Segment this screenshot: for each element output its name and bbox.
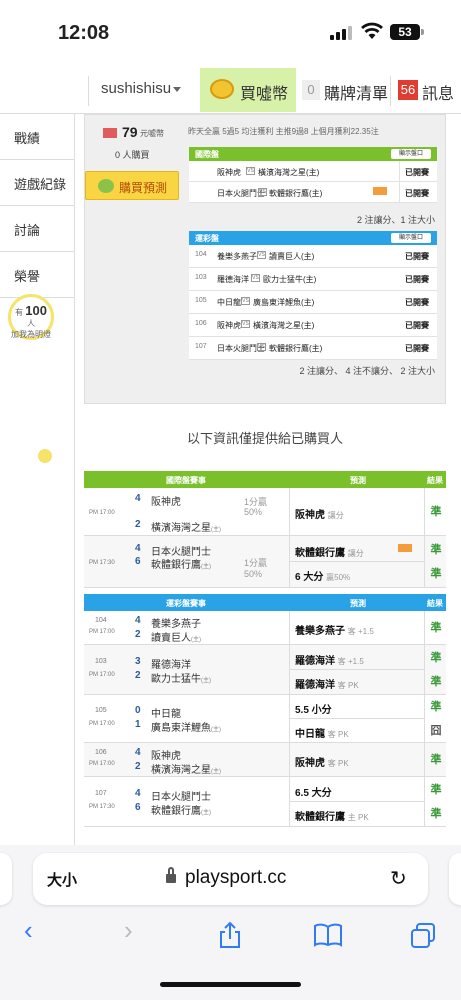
buy-prediction-button[interactable]: 購買預測 [85,171,179,200]
intl-summary: 2 注讓分、1 注大小 [356,215,435,225]
address-bar[interactable]: 大小 playsport.cc ↻ [33,853,428,905]
table-row: 104 PM 17:00 4 養樂多燕子 2 讀賣巨人(主) 養樂多燕子 客 +… [84,611,446,645]
intl-results-table: 國際盤賽事 預測 結果 PM 17:00 4 阪神虎 2 橫濱海灣之星(主) 1… [84,471,446,588]
result-mark: 準 [430,701,442,713]
share-icon[interactable] [218,921,242,956]
prediction-panel: 79 元噓幣 0 人購買 購買預測 昨天全贏 5過5 均注獲利 主推9過8 上個… [84,114,446,404]
sidebar-item-honors[interactable]: 榮譽 [0,252,75,298]
buyer-count: 0 人購買 [115,150,150,160]
table-row: 105 中日龍 VS 廣島東洋鯉魚(主) 已開賽 [189,291,437,314]
table-row: 106 PM 17:00 4 阪神虎 2 橫濱海灣之星(主) 阪神虎 客 PK … [84,743,446,777]
buy-coin-tab[interactable]: 買噓幣 [200,68,296,112]
vs-icon: VS [257,343,266,351]
battery-icon: 53 [390,24,420,40]
record-summary: 昨天全贏 5過5 均注獲利 主推9過8 上個月獲利22.35注 [188,127,379,136]
sidebar-item-label: 榮譽 [14,269,41,284]
chevron-down-icon[interactable] [173,87,181,92]
lottery-prediction-table: 運彩盤 顯示盤口 104 養樂多燕子 VS 讀賣巨人(主) 已開賽 103 羅德… [189,231,437,360]
show-odds-button[interactable]: 顯示盤口 [391,233,431,243]
purchaser-only-notice: 以下資訊僅提供給已購買人 [186,431,343,446]
table-row: 107 日本火腿鬥士 VS 軟體銀行鷹(主) 已開賽 [189,337,437,360]
username-dropdown[interactable]: sushishisu [101,80,171,97]
wifi-icon [361,22,383,40]
sidebar-item-label: 遊戲紀錄 [14,177,67,192]
hot-badge-icon [398,544,412,552]
table-row: 107 PM 17:30 4 日本火腿鬥士 6 軟體銀行鷹(主) 6.5 大分 … [84,777,446,827]
table-row: 日本火腿鬥士 VS 軟體銀行鷹(主) 已開賽 [189,182,437,203]
url-text[interactable]: playsport.cc [185,867,286,889]
status-bar: 12:08 53 [0,0,461,64]
buy-coin-label: 買噓幣 [240,86,289,103]
coin-icon [98,179,114,193]
browser-toolbar: 大小 playsport.cc ↻ ‹ › [0,845,461,1000]
sidebar-item-label: 討論 [14,223,41,238]
result-mark: 準 [430,784,442,796]
table-row: 103 PM 17:00 3 羅德海洋 2 歐力士猛牛(主) 羅德海洋 客 +1… [84,645,446,695]
lightbulb-follow-badge[interactable]: 有 100 人 加我為明燈 [8,294,54,340]
sidebar-item-label: 戰績 [14,131,41,146]
table-row: 104 養樂多燕子 VS 讀賣巨人(主) 已開賽 [189,245,437,268]
tabs-icon[interactable] [410,923,436,956]
price-unit: 元噓幣 [140,129,164,138]
forward-icon[interactable]: › [124,915,133,946]
next-tab-preview[interactable] [449,853,461,905]
result-mark: 準 [430,622,442,634]
message-count-badge: 56 [398,80,418,100]
vs-icon: VS [258,188,267,196]
site-top-bar: sushishisu 買噓幣 0 購牌清單 56 訊息 [0,66,461,114]
messages-tab[interactable]: 56 訊息 [396,68,461,112]
lottery-summary: 2 注讓分、 4 注不讓分、 2 注大小 [299,366,435,376]
bookmarks-icon[interactable] [313,923,343,954]
result-mark: 準 [430,754,442,766]
cart-count-badge: 0 [302,80,320,100]
text-size-button[interactable]: 大小 [47,869,77,890]
vs-icon: VS [251,274,260,282]
result-mark: 準 [430,506,442,518]
hot-badge-icon [373,187,387,195]
messages-label: 訊息 [422,86,455,103]
home-indicator [160,982,301,987]
table-row: 103 羅德海洋 VS 歐力士猛牛(主) 已開賽 [189,268,437,291]
sidebar-item-record[interactable]: 戰績 [0,114,75,160]
intl-prediction-table: 國際盤 顯示盤口 阪神虎 VS 橫濱海灣之星(主) 已開賽 日本火腿鬥士 VS … [189,147,437,203]
result-mark: 準 [430,676,442,688]
cart-label: 購牌清單 [324,86,389,103]
table-row: 106 阪神虎 VS 橫濱海灣之星(主) 已開賽 [189,314,437,337]
previous-tab-preview[interactable] [0,853,12,905]
show-odds-button[interactable]: 顯示盤口 [391,149,431,159]
price-tag-icon [103,128,117,138]
table-row: 105 PM 17:00 0 中日龍 1 廣島東洋鯉魚(主) 5.5 小分 中日… [84,695,446,743]
cart-tab[interactable]: 0 購牌清單 [298,68,388,112]
table-row: 阪神虎 VS 橫濱海灣之星(主) 已開賽 [189,161,437,182]
coin-icon [210,79,234,99]
result-mark: 囧 [430,725,442,737]
vs-icon: VS [257,251,266,259]
lottery-results-table: 運彩盤賽事 預測 結果 104 PM 17:00 4 養樂多燕子 2 讀賣巨人(… [84,594,446,841]
signal-icon [330,26,352,40]
status-time: 12:08 [58,22,110,44]
lock-icon [166,874,176,883]
table-row: PM 17:30 4 日本火腿鬥士 6 軟體銀行鷹(主) 1分贏 50% 軟體銀… [84,536,446,588]
sidebar-item-game-history[interactable]: 遊戲紀錄 [0,160,75,206]
sidebar-item-discussion[interactable]: 討論 [0,206,75,252]
reload-icon[interactable]: ↻ [390,866,407,891]
sidebar: 戰績 遊戲紀錄 討論 榮譽 有 100 人 加我為明燈 [0,114,75,854]
vs-icon: VS [241,297,250,305]
result-mark: 準 [430,808,442,820]
result-mark: 準 [430,652,442,664]
result-mark: 準 [430,568,442,580]
price-value: 79 [122,124,138,140]
vs-icon: VS [241,320,250,328]
result-mark: 準 [430,544,442,556]
back-icon[interactable]: ‹ [24,915,33,946]
vs-icon: VS [246,167,255,175]
table-row: PM 17:00 4 阪神虎 2 橫濱海灣之星(主) 1分贏 50% 阪神虎 讓… [84,488,446,536]
